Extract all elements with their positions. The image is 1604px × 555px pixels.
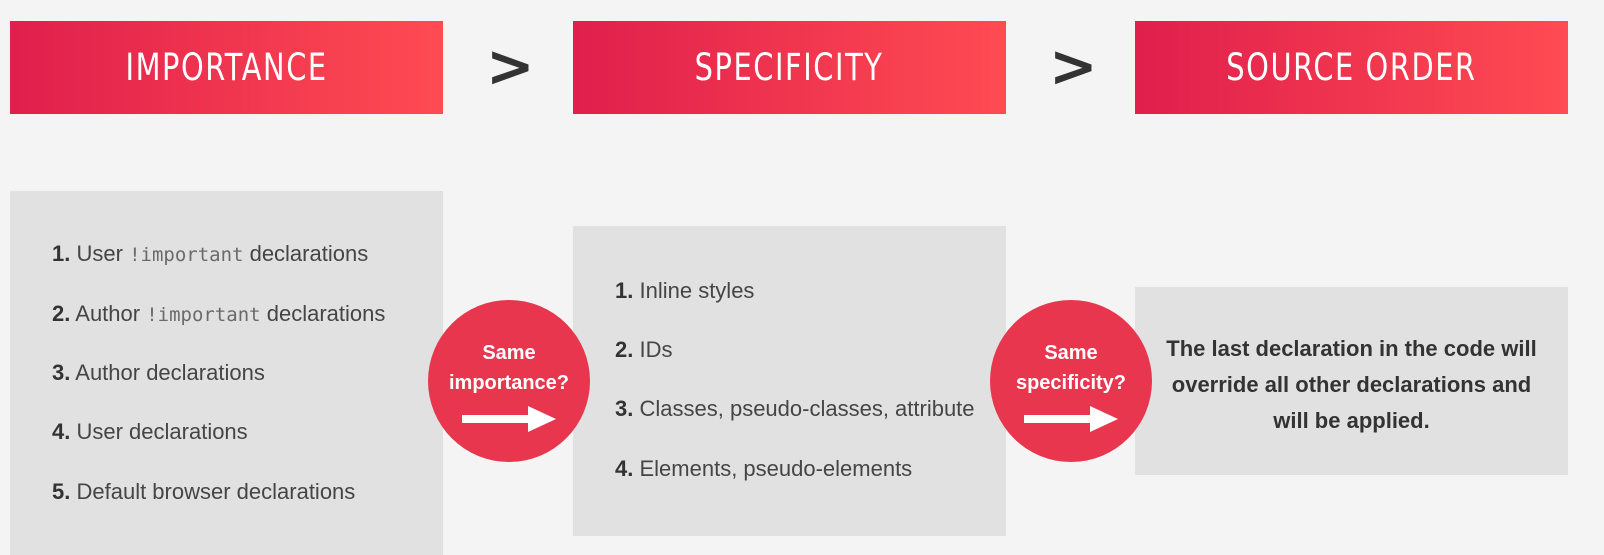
item-number: 3. <box>52 360 71 385</box>
item-text: Classes, pseudo-classes, attribute <box>639 396 975 421</box>
item-text: IDs <box>639 337 673 362</box>
item-number: 2. <box>52 301 71 326</box>
list-item: 3. Author declarations <box>52 360 265 386</box>
circle-label: Same specificity? <box>990 338 1152 398</box>
specificity-panel: 1. Inline styles 2. IDs 3. Classes, pseu… <box>573 226 1006 536</box>
importance-header-label: IMPORTANCE <box>125 46 328 89</box>
circle-label: Same importance? <box>428 338 590 398</box>
item-number: 1. <box>615 278 634 303</box>
item-number: 2. <box>615 337 634 362</box>
circle-label-line: importance? <box>448 372 570 394</box>
item-text: Inline styles <box>639 278 755 303</box>
item-text-after: declarations <box>249 241 369 266</box>
item-text: Elements, pseudo-elements <box>639 456 913 481</box>
source-order-header-label: SOURCE ORDER <box>1226 46 1477 89</box>
arrow-right-icon <box>462 406 556 432</box>
list-item: 3. Classes, pseudo-classes, attribute <box>615 396 975 422</box>
same-specificity-circle: Same specificity? <box>990 300 1152 462</box>
statement-line: The last declaration in the code will <box>1166 336 1537 361</box>
item-number: 3. <box>615 396 634 421</box>
importance-panel: 1. User !important declarations 2. Autho… <box>10 191 443 555</box>
same-importance-circle: Same importance? <box>428 300 590 462</box>
item-text: User <box>76 241 123 266</box>
list-item: 1. Inline styles <box>615 278 754 304</box>
greater-than-separator: > <box>486 32 535 100</box>
item-text: Author <box>75 301 141 326</box>
list-item: 2. IDs <box>615 337 672 363</box>
item-number: 5. <box>52 479 71 504</box>
item-code: !important <box>129 244 244 266</box>
specificity-header-label: SPECIFICITY <box>695 46 884 89</box>
list-item: 4. Elements, pseudo-elements <box>615 456 912 482</box>
item-number: 4. <box>52 419 71 444</box>
source-order-statement: The last declaration in the code will ov… <box>1155 331 1548 439</box>
specificity-header: SPECIFICITY <box>573 21 1006 114</box>
item-code: !important <box>146 304 261 326</box>
source-order-header: SOURCE ORDER <box>1135 21 1568 114</box>
list-item: 4. User declarations <box>52 419 248 445</box>
circle-label-line: Same <box>1044 342 1098 364</box>
list-item: 5. Default browser declarations <box>52 479 355 505</box>
item-text: Default browser declarations <box>76 479 356 504</box>
list-item: 1. User !important declarations <box>52 241 368 267</box>
item-number: 4. <box>615 456 634 481</box>
statement-line: override all other declarations and <box>1171 372 1532 397</box>
greater-than-separator: > <box>1049 32 1098 100</box>
item-text-after: declarations <box>266 301 386 326</box>
statement-line: will be applied. <box>1273 408 1430 433</box>
item-text: User declarations <box>76 419 248 444</box>
item-text: Author declarations <box>75 360 265 385</box>
item-number: 1. <box>52 241 71 266</box>
list-item: 2. Author !important declarations <box>52 301 385 327</box>
source-order-panel: The last declaration in the code will ov… <box>1135 287 1568 475</box>
circle-label-line: specificity? <box>1015 372 1127 394</box>
importance-header: IMPORTANCE <box>10 21 443 114</box>
circle-label-line: Same <box>482 342 536 364</box>
arrow-right-icon <box>1024 406 1118 432</box>
